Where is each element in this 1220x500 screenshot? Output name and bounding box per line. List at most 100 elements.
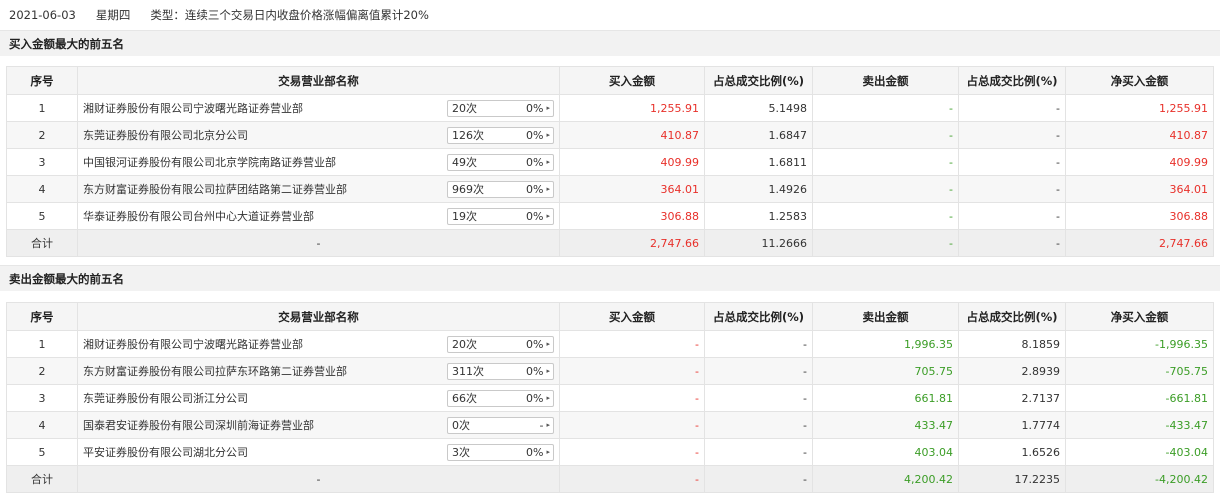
row-index: 5 — [6, 438, 78, 466]
total-row: 合计 - - -4,200.42 17.2235 -4,200.42 — [6, 465, 1214, 493]
branch-cell: 国泰君安证券股份有限公司深圳前海证券营业部 0次 - ▸ — [77, 411, 560, 439]
success-rate: 0% — [526, 155, 544, 169]
branch-frequency-dropdown[interactable]: 19次 0% ▸ — [447, 207, 554, 225]
col-header-buy-amount: 买入金额 — [559, 66, 705, 95]
branch-cell-content: 湘财证券股份有限公司宁波曙光路证券营业部 20次 0% ▸ — [83, 335, 554, 353]
sell-amount: - — [812, 175, 959, 203]
total-buy-ratio: - — [704, 465, 813, 493]
branch-name[interactable]: 湘财证券股份有限公司宁波曙光路证券营业部 — [83, 336, 303, 352]
branch-cell-content: 东方财富证券股份有限公司拉萨东环路第二证券营业部 311次 0% ▸ — [83, 362, 554, 380]
list-type: 类型：连续三个交易日内收盘价格涨幅偏离值累计20% — [150, 8, 429, 22]
sell-ratio: 1.6526 — [958, 438, 1066, 466]
branch-frequency-dropdown[interactable]: 20次 0% ▸ — [447, 99, 554, 117]
branch-name[interactable]: 平安证券股份有限公司湖北分公司 — [83, 444, 248, 460]
table-row[interactable]: 3 中国银河证券股份有限公司北京学院南路证券营业部 49次 0% ▸ 409.99 1.68… — [6, 148, 1214, 176]
branch-cell-content: 平安证券股份有限公司湖北分公司 3次 0% ▸ — [83, 443, 554, 461]
table-row[interactable]: 5 平安证券股份有限公司湖北分公司 3次 0% ▸ - -403.04 1.6526 -403.… — [6, 438, 1214, 466]
branch-cell-content: 东莞证券股份有限公司浙江分公司 66次 0% ▸ — [83, 389, 554, 407]
table-row[interactable]: 2 东莞证券股份有限公司北京分公司 126次 0% ▸ 410.87 1.6847- -410… — [6, 121, 1214, 149]
buy-amount: - — [559, 438, 705, 466]
row-index: 2 — [6, 357, 78, 385]
table-row[interactable]: 4 国泰君安证券股份有限公司深圳前海证券营业部 0次 - ▸ - -433.47 1.7774… — [6, 411, 1214, 439]
frequency-right: 0% ▸ — [526, 156, 550, 169]
branch-name[interactable]: 华泰证券股份有限公司台州中心大道证券营业部 — [83, 208, 314, 224]
row-index: 3 — [6, 384, 78, 412]
net-amount: -661.81 — [1065, 384, 1214, 412]
net-amount: 364.01 — [1065, 175, 1214, 203]
branch-frequency-dropdown[interactable]: 3次 0% ▸ — [447, 443, 554, 461]
buy-ratio: - — [704, 330, 813, 358]
listing-count: 0次 — [452, 419, 470, 432]
net-amount: -1,996.35 — [1065, 330, 1214, 358]
table-row[interactable]: 2 东方财富证券股份有限公司拉萨东环路第二证券营业部 311次 0% ▸ - -705.75… — [6, 357, 1214, 385]
total-net-amount: 2,747.66 — [1065, 229, 1214, 257]
buy-ratio: 1.2583 — [704, 202, 813, 230]
branch-cell: 湘财证券股份有限公司宁波曙光路证券营业部 20次 0% ▸ — [77, 94, 560, 122]
col-header-branch: 交易营业部名称 — [77, 66, 560, 95]
listing-count: 969次 — [452, 183, 484, 196]
total-sell-ratio: - — [958, 229, 1066, 257]
branch-cell: 东莞证券股份有限公司浙江分公司 66次 0% ▸ — [77, 384, 560, 412]
success-rate: 0% — [526, 182, 544, 196]
table-row[interactable]: 3 东莞证券股份有限公司浙江分公司 66次 0% ▸ - -661.81 2.7137 -661… — [6, 384, 1214, 412]
table-row[interactable]: 1 湘财证券股份有限公司宁波曙光路证券营业部 20次 0% ▸ - -1,996.35 8.1… — [6, 330, 1214, 358]
total-buy-ratio: 11.2666 — [704, 229, 813, 257]
branch-frequency-dropdown[interactable]: 0次 - ▸ — [447, 416, 554, 434]
listing-count: 3次 — [452, 446, 470, 459]
buy-ratio: 1.4926 — [704, 175, 813, 203]
buy-ratio: - — [704, 411, 813, 439]
branch-frequency-dropdown[interactable]: 126次 0% ▸ — [447, 126, 554, 144]
listing-count: 20次 — [452, 338, 477, 351]
buy-amount: 306.88 — [559, 202, 705, 230]
branch-name[interactable]: 湘财证券股份有限公司宁波曙光路证券营业部 — [83, 100, 303, 116]
col-header-buy-ratio: 占总成交比例(%) — [704, 302, 813, 331]
branch-frequency-dropdown[interactable]: 66次 0% ▸ — [447, 389, 554, 407]
branch-frequency-dropdown[interactable]: 49次 0% ▸ — [447, 153, 554, 171]
success-rate: 0% — [526, 445, 544, 459]
sell-amount: - — [812, 202, 959, 230]
buy-top5-table: 序号 交易营业部名称 买入金额 占总成交比例(%) 卖出金额 占总成交比例(%)… — [6, 66, 1214, 257]
branch-name[interactable]: 东莞证券股份有限公司北京分公司 — [83, 127, 248, 143]
total-net-amount: -4,200.42 — [1065, 465, 1214, 493]
total-row: 合计 -2,747.66 11.2666- -2,747.66 — [6, 229, 1214, 257]
caret-right-icon: ▸ — [546, 104, 550, 112]
col-header-buy-amount: 买入金额 — [559, 302, 705, 331]
caret-right-icon: ▸ — [546, 367, 550, 375]
branch-frequency-dropdown[interactable]: 311次 0% ▸ — [447, 362, 554, 380]
row-index: 4 — [6, 175, 78, 203]
sell-ratio: - — [958, 94, 1066, 122]
total-sell-ratio: 17.2235 — [958, 465, 1066, 493]
frequency-right: 0% ▸ — [526, 129, 550, 142]
frequency-right: - ▸ — [540, 419, 551, 432]
branch-name[interactable]: 中国银河证券股份有限公司北京学院南路证券营业部 — [83, 154, 336, 170]
trade-date: 2021-06-03 — [9, 8, 76, 22]
branch-cell-content: 东莞证券股份有限公司北京分公司 126次 0% ▸ — [83, 126, 554, 144]
sell-amount: 661.81 — [812, 384, 959, 412]
table-row[interactable]: 5 华泰证券股份有限公司台州中心大道证券营业部 19次 0% ▸ 306.88 1.2583… — [6, 202, 1214, 230]
total-buy-amount: 2,747.66 — [559, 229, 705, 257]
branch-name[interactable]: 国泰君安证券股份有限公司深圳前海证券营业部 — [83, 417, 314, 433]
branch-cell-content: 国泰君安证券股份有限公司深圳前海证券营业部 0次 - ▸ — [83, 416, 554, 434]
caret-right-icon: ▸ — [546, 212, 550, 220]
frequency-right: 0% ▸ — [526, 365, 550, 378]
row-index: 4 — [6, 411, 78, 439]
table-row[interactable]: 4 东方财富证券股份有限公司拉萨团结路第二证券营业部 969次 0% ▸ 364.01 1.… — [6, 175, 1214, 203]
success-rate: 0% — [526, 209, 544, 223]
branch-cell-content: 中国银河证券股份有限公司北京学院南路证券营业部 49次 0% ▸ — [83, 153, 554, 171]
sell-amount: 705.75 — [812, 357, 959, 385]
buy-ratio: 1.6847 — [704, 121, 813, 149]
table-row[interactable]: 1 湘财证券股份有限公司宁波曙光路证券营业部 20次 0% ▸ 1,255.91 5.149… — [6, 94, 1214, 122]
branch-name[interactable]: 东方财富证券股份有限公司拉萨团结路第二证券营业部 — [83, 181, 347, 197]
branch-cell: 平安证券股份有限公司湖北分公司 3次 0% ▸ — [77, 438, 560, 466]
caret-right-icon: ▸ — [546, 340, 550, 348]
net-amount: 1,255.91 — [1065, 94, 1214, 122]
total-sell-amount: 4,200.42 — [812, 465, 959, 493]
caret-right-icon: ▸ — [546, 131, 550, 139]
net-amount: -403.04 — [1065, 438, 1214, 466]
branch-frequency-dropdown[interactable]: 20次 0% ▸ — [447, 335, 554, 353]
branch-name[interactable]: 东方财富证券股份有限公司拉萨东环路第二证券营业部 — [83, 363, 347, 379]
row-index: 2 — [6, 121, 78, 149]
branch-name[interactable]: 东莞证券股份有限公司浙江分公司 — [83, 390, 248, 406]
col-header-buy-ratio: 占总成交比例(%) — [704, 66, 813, 95]
branch-frequency-dropdown[interactable]: 969次 0% ▸ — [447, 180, 554, 198]
